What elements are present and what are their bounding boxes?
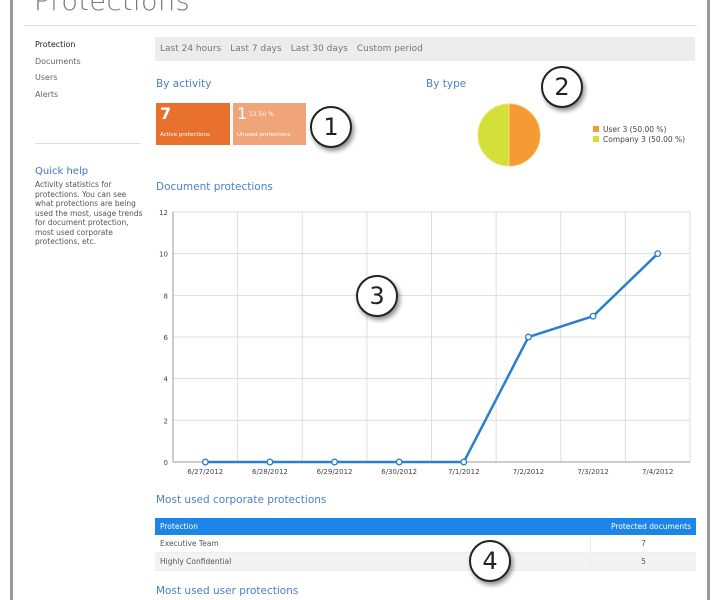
x-tick-label: 7/3/2012: [577, 468, 608, 476]
cell-protection: Executive Team: [155, 535, 591, 553]
tile-label: Unused protections: [237, 132, 291, 138]
sidebar-item-alerts[interactable]: Alerts: [35, 90, 81, 107]
pie-slice-user: [508, 103, 541, 167]
annotation-badge-2: 2: [541, 66, 583, 108]
legend-swatch: [593, 126, 599, 132]
y-tick-label: 12: [159, 209, 168, 217]
sidebar-item-users[interactable]: Users: [35, 73, 81, 90]
divider: [25, 25, 697, 26]
quick-help-title: Quick help: [35, 166, 89, 177]
table-header: Protection Protected documents: [155, 518, 696, 535]
corporate-protections-title: Most used corporate protections: [156, 494, 327, 506]
y-tick-label: 6: [164, 334, 169, 342]
x-tick-label: 6/30/2012: [381, 468, 417, 476]
legend-item-user: User 3 (50.00 %): [593, 124, 685, 134]
x-tick-label: 7/1/2012: [448, 468, 479, 476]
column-header-protection[interactable]: Protection: [155, 518, 591, 535]
data-point: [266, 458, 274, 466]
tile-value: 1: [237, 104, 248, 123]
sidebar: Protection Documents Users Alerts: [35, 40, 81, 106]
cell-count: 7: [590, 535, 696, 553]
divider: [35, 143, 141, 144]
page-title: Protections: [34, 0, 191, 17]
x-tick-label: 6/29/2012: [317, 468, 353, 476]
data-point: [331, 458, 339, 466]
filter-custom-period[interactable]: Custom period: [357, 44, 423, 54]
y-tick-label: 10: [159, 251, 168, 259]
filter-last-30-days[interactable]: Last 30 days: [291, 44, 348, 54]
unused-protections-tile[interactable]: 1 12.50 % Unused protections: [233, 103, 306, 145]
sidebar-item-documents[interactable]: Documents: [35, 57, 81, 74]
document-protections-title: Document protections: [156, 181, 273, 193]
y-tick-label: 0: [164, 459, 168, 467]
data-point: [460, 458, 468, 466]
active-protections-tile[interactable]: 7 Active protections: [156, 103, 230, 145]
cell-count: 5: [590, 552, 696, 571]
filter-last-7-days[interactable]: Last 7 days: [230, 44, 281, 54]
legend-label: Company 3 (50.00 %): [603, 134, 686, 144]
by-type-title: By type: [426, 78, 467, 90]
y-tick-label: 8: [164, 292, 168, 300]
tile-percent: 12.50 %: [249, 111, 274, 118]
y-tick-label: 4: [164, 376, 169, 384]
corporate-protections-table: Protection Protected documents Executive…: [155, 518, 696, 571]
annotation-badge-1: 1: [310, 106, 352, 148]
table-row[interactable]: Executive Team 7: [155, 535, 696, 553]
cell-protection: Highly Confidential: [155, 552, 591, 571]
x-tick-label: 6/27/2012: [187, 468, 223, 476]
table-row[interactable]: Highly Confidential 5: [155, 552, 696, 571]
by-activity-title: By activity: [156, 78, 212, 90]
y-tick-label: 2: [164, 417, 168, 425]
pie-slice-company: [477, 103, 510, 167]
annotation-badge-4: 4: [469, 540, 511, 582]
data-point: [654, 250, 662, 258]
column-header-protected-documents[interactable]: Protected documents: [590, 518, 696, 535]
data-point: [395, 458, 403, 466]
sidebar-item-protection[interactable]: Protection: [35, 40, 81, 57]
x-tick-label: 7/4/2012: [642, 468, 673, 476]
tile-label: Active protections: [160, 132, 210, 138]
pie-legend: User 3 (50.00 %) Company 3 (50.00 %): [593, 124, 685, 144]
filter-last-24-hours[interactable]: Last 24 hours: [160, 44, 221, 54]
legend-label: User 3 (50.00 %): [603, 124, 667, 134]
period-filter-bar: Last 24 hours Last 7 days Last 30 days C…: [155, 37, 695, 61]
data-point: [524, 333, 532, 341]
legend-item-company: Company 3 (50.00 %): [593, 134, 685, 144]
data-point: [589, 312, 597, 320]
tile-value: 7: [160, 104, 172, 123]
legend-swatch: [593, 136, 599, 142]
x-tick-label: 6/28/2012: [252, 468, 288, 476]
type-pie-chart: [477, 103, 541, 167]
user-protections-title: Most used user protections: [156, 585, 299, 597]
annotation-badge-3: 3: [356, 275, 398, 317]
quick-help-text: Activity statistics for protections. You…: [35, 180, 143, 246]
data-point: [201, 458, 209, 466]
document-protections-line-chart: 0 2 4 6 8 10 12 6/27/2012 6/28/2012 6/29/2012 6/30…: [159, 209, 691, 476]
x-tick-label: 7/2/2012: [513, 468, 544, 476]
